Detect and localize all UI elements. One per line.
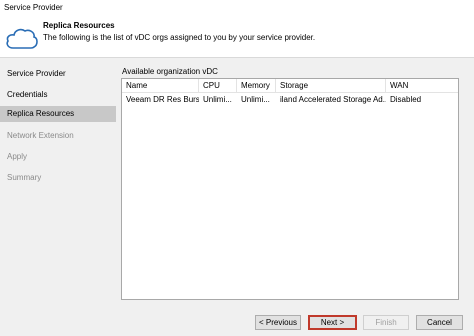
column-header-cpu[interactable]: CPU	[199, 79, 237, 93]
cell-name: Veeam DR Res Burs...	[126, 95, 199, 104]
column-header-memory[interactable]: Memory	[237, 79, 276, 93]
table-header: Name CPU Memory Storage WAN	[122, 79, 458, 93]
sidebar-item-replica-resources[interactable]: Replica Resources	[0, 106, 116, 122]
section-label: Available organization vDC	[122, 67, 218, 76]
window-title: Service Provider	[0, 0, 474, 16]
page-title: Replica Resources	[43, 21, 115, 30]
vdc-table[interactable]: Name CPU Memory Storage WAN Veeam DR Res…	[121, 78, 459, 300]
page-subtitle: The following is the list of vDC orgs as…	[43, 33, 316, 42]
cell-wan: Disabled	[390, 95, 422, 104]
previous-button[interactable]: < Previous	[255, 315, 301, 330]
column-header-storage[interactable]: Storage	[276, 79, 386, 93]
column-header-wan[interactable]: WAN	[386, 79, 458, 93]
cell-cpu: Unlimi...	[203, 95, 232, 104]
sidebar-item-network-extension: Network Extension	[7, 131, 74, 140]
wizard-steps-sidebar: Service Provider Credentials Replica Res…	[0, 58, 116, 336]
cell-storage: iland Accelerated Storage Ad...	[280, 95, 386, 104]
cancel-button[interactable]: Cancel	[416, 315, 463, 330]
sidebar-item-summary: Summary	[7, 173, 42, 182]
column-header-name[interactable]: Name	[122, 79, 199, 93]
cell-memory: Unlimi...	[241, 95, 270, 104]
wizard-header: Replica Resources The following is the l…	[0, 16, 474, 58]
table-row[interactable]: Veeam DR Res Burs... Unlimi... Unlimi...…	[122, 93, 458, 106]
main-panel: Available organization vDC Name CPU Memo…	[116, 58, 474, 336]
sidebar-item-credentials[interactable]: Credentials	[0, 87, 116, 103]
sidebar-item-apply: Apply	[7, 152, 28, 161]
cloud-icon	[6, 28, 38, 49]
sidebar-item-service-provider[interactable]: Service Provider	[0, 66, 116, 82]
finish-button: Finish	[363, 315, 409, 330]
next-button[interactable]: Next >	[308, 315, 357, 330]
